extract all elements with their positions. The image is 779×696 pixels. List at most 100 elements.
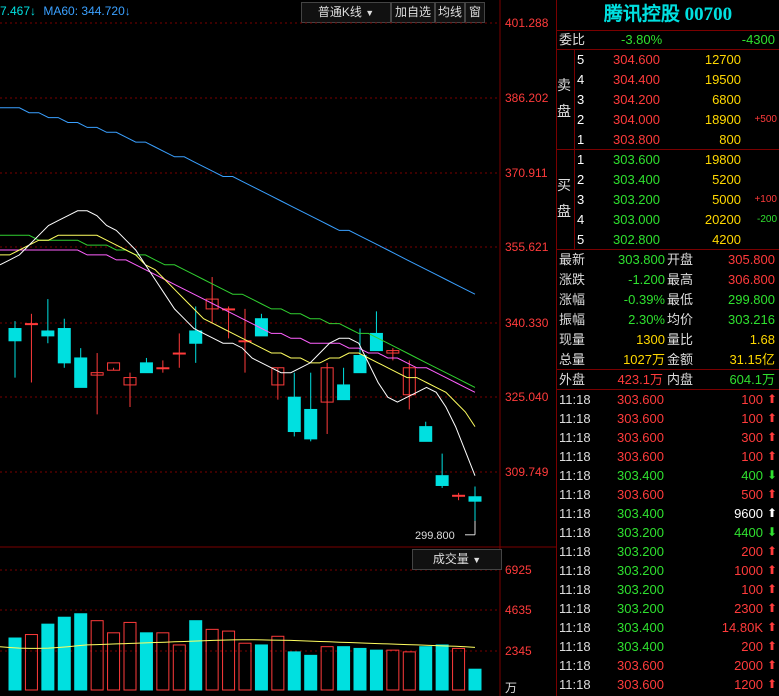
- stats-row: 总量 1027万 金额 31.15亿: [557, 350, 779, 370]
- tick-row[interactable]: 11:18 303.200 4400 ⬇: [557, 523, 779, 542]
- stock-title: 腾讯控股 00700: [557, 0, 779, 31]
- stat-label: 现量: [559, 332, 586, 347]
- quote_panel.asks-row: 4 304.400 19500: [575, 70, 779, 90]
- ma60-line: [0, 107, 476, 295]
- tick-row[interactable]: 11:18 303.600 100 ⬆: [557, 390, 779, 409]
- stat-value: 299.800: [728, 292, 775, 307]
- stat-label: 最低: [667, 292, 694, 307]
- arrow-up-icon: ⬆: [766, 487, 777, 501]
- tick-row[interactable]: 11:18 303.600 100 ⬆: [557, 447, 779, 466]
- weibi-pct: -3.80%: [621, 32, 663, 47]
- candle-up: [156, 367, 170, 370]
- tick-price: 303.400: [617, 468, 664, 483]
- tick-row[interactable]: 11:18 303.400 14.80K ⬆: [557, 618, 779, 637]
- tick-time: 11:18: [559, 468, 591, 483]
- candle-down: [254, 318, 268, 337]
- stat-value: 31.15亿: [729, 352, 775, 367]
- volume-bar: [271, 635, 285, 691]
- tick-price: 303.200: [617, 582, 664, 597]
- tick-price: 303.200: [617, 563, 664, 578]
- tick-volume: 500: [741, 487, 763, 502]
- stat-value: 303.216: [728, 312, 775, 327]
- kline-chart[interactable]: 401.288 386.202 370.911 355.621 340.330 325.0…: [0, 0, 557, 696]
- candle-down: [8, 328, 22, 342]
- stat-value: -1.200: [628, 272, 665, 287]
- volume-bar: [435, 644, 449, 691]
- stats-row: 现量 1300 量比 1.68: [557, 330, 779, 350]
- tick-price: 303.400: [617, 506, 664, 521]
- bid-label-char: 买: [557, 177, 571, 193]
- quote_panel.bids-row: 2 303.400 5200: [575, 170, 779, 190]
- volume-bar: [57, 616, 71, 691]
- tick-row[interactable]: 11:18 303.200 200 ⬆: [557, 542, 779, 561]
- candle-down: [468, 496, 482, 502]
- stat-label: 金额: [667, 352, 694, 367]
- volume-bar: [353, 647, 367, 691]
- chart-area[interactable]: 7.467↓ MA60: 344.720↓ 普通K线 ▼ 加自选 均线 窗 40…: [0, 0, 557, 696]
- bid-label-char: 盘: [557, 203, 571, 219]
- tick-row[interactable]: 11:18 303.400 9600 ⬆: [557, 504, 779, 523]
- volume-bar: [139, 632, 153, 691]
- quote_panel.asks-price: 304.000: [613, 112, 660, 127]
- tick-time: 11:18: [559, 620, 591, 635]
- bid-side-label: 买 盘: [557, 172, 575, 224]
- tick-volume: 200: [741, 639, 763, 654]
- tick-time: 11:18: [559, 506, 591, 521]
- ma10-line: [0, 234, 476, 427]
- tick-time: 11:18: [559, 601, 591, 616]
- tick-row[interactable]: 11:18 303.600 2000 ⬆: [557, 656, 779, 675]
- candle-down: [435, 475, 449, 486]
- quote_panel.bids-change: -200: [756, 214, 777, 225]
- tick-row[interactable]: 11:18 303.200 2300 ⬆: [557, 599, 779, 618]
- tick-time: 11:18: [559, 582, 591, 597]
- arrow-up-icon: ⬆: [766, 430, 777, 444]
- tick-row[interactable]: 11:18 303.600 300 ⬆: [557, 428, 779, 447]
- tick-row[interactable]: 11:18 303.400 200 ⬆: [557, 637, 779, 656]
- price-tick-label: 340.330: [505, 316, 549, 330]
- quote_panel.bids-volume: 5200: [712, 172, 741, 187]
- stat-value: 1300: [636, 332, 665, 347]
- tick-price: 303.200: [617, 601, 664, 616]
- tick-price: 303.400: [617, 620, 664, 635]
- volume-bar: [337, 646, 351, 691]
- tick-row[interactable]: 11:18 303.200 100 ⬆: [557, 580, 779, 599]
- tick-row[interactable]: 11:18 303.200 1000 ⬆: [557, 561, 779, 580]
- volume-bar: [172, 644, 186, 691]
- quote_panel.asks-row: 3 304.200 6800: [575, 90, 779, 110]
- quote_panel.asks-volume: 18900: [704, 112, 741, 127]
- low-price-label: 299.800: [415, 530, 455, 542]
- tick-row[interactable]: 11:18 303.600 100 ⬆: [557, 409, 779, 428]
- side-divider: [574, 50, 575, 249]
- arrow-up-icon: ⬆: [766, 392, 777, 406]
- arrow-up-icon: ⬆: [766, 677, 777, 691]
- tick-row[interactable]: 11:18 303.600 500 ⬆: [557, 485, 779, 504]
- stat-value: 1.68: [749, 332, 775, 347]
- candle-down: [41, 330, 55, 337]
- arrow-up-icon: ⬆: [766, 544, 777, 558]
- candle-down: [139, 362, 153, 374]
- volume-bar: [107, 632, 121, 691]
- weibi-label: 委比: [559, 32, 586, 47]
- stat-value: -0.39%: [623, 292, 665, 307]
- volume-bar: [156, 632, 170, 691]
- tick-time: 11:18: [559, 544, 591, 559]
- indicator-dropdown[interactable]: 成交量 ▼: [412, 549, 502, 570]
- tick-volume: 100: [741, 582, 763, 597]
- arrow-up-icon: ⬆: [766, 411, 777, 425]
- stat-value: 303.800: [618, 252, 665, 267]
- arrow-up-icon: ⬆: [766, 658, 777, 672]
- quote_panel.asks-level: 2: [577, 112, 585, 127]
- tick-row[interactable]: 11:18 303.600 1200 ⬆: [557, 675, 779, 694]
- tick-row[interactable]: 11:18 303.400 400 ⬇: [557, 466, 779, 485]
- candle-down: [419, 426, 433, 442]
- tick-time: 11:18: [559, 392, 591, 407]
- volume-tick-label: 6925: [505, 563, 532, 577]
- arrow-up-icon: ⬆: [766, 620, 777, 634]
- quote_panel.bids-price: 302.800: [613, 232, 660, 247]
- tick-time: 11:18: [559, 563, 591, 578]
- tick-volume: 100: [741, 449, 763, 464]
- quote_panel.bids-level: 5: [577, 232, 585, 247]
- tick-time: 11:18: [559, 525, 591, 540]
- ask-label-char: 卖: [557, 77, 571, 93]
- quote_panel.bids-level: 4: [577, 212, 585, 227]
